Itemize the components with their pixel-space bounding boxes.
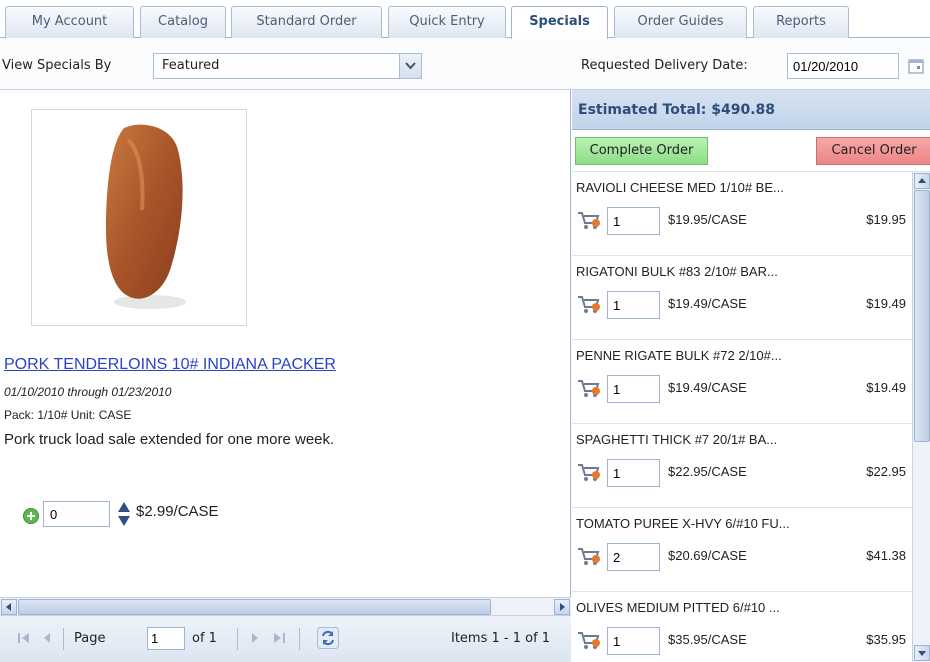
view-specials-value: Featured xyxy=(162,58,220,73)
chevron-down-icon[interactable] xyxy=(399,54,421,78)
order-panel: Requested Delivery Date: Estimated Total… xyxy=(572,38,930,662)
order-item: OLIVES MEDIUM PITTED 6/#10 ... $35.95/CA… xyxy=(572,592,912,662)
scroll-up-icon[interactable] xyxy=(914,173,930,189)
cart-icon[interactable] xyxy=(577,210,601,233)
horizontal-scroll-thumb[interactable] xyxy=(18,599,491,615)
scroll-left-icon[interactable] xyxy=(1,599,17,615)
order-item-qty-input[interactable] xyxy=(607,375,660,403)
order-item-qty-input[interactable] xyxy=(607,207,660,235)
order-item: TOMATO PUREE X-HVY 6/#10 FU... $20.69/CA… xyxy=(572,508,912,592)
product-dates: 01/10/2010 through 01/23/2010 xyxy=(4,385,172,399)
tab-specials[interactable]: Specials xyxy=(511,6,608,39)
tab-bar: My Account Catalog Standard Order Quick … xyxy=(0,0,930,39)
order-item: RAVIOLI CHEESE MED 1/10# BE... $19.95/CA… xyxy=(572,172,912,256)
product-pack: Pack: 1/10# Unit: CASE xyxy=(4,408,132,422)
page-label: Page xyxy=(74,631,106,646)
order-item-name: TOMATO PUREE X-HVY 6/#10 FU... xyxy=(576,516,790,531)
cancel-order-button[interactable]: Cancel Order xyxy=(816,137,930,165)
complete-order-button[interactable]: Complete Order xyxy=(575,137,708,165)
tab-standard-order[interactable]: Standard Order xyxy=(231,6,382,38)
delivery-bar: Requested Delivery Date: xyxy=(572,38,930,90)
order-item-total: $35.95 xyxy=(866,632,906,647)
last-page-icon[interactable] xyxy=(270,629,288,647)
order-item-unit-price: $22.95/CASE xyxy=(668,464,747,479)
order-item-unit-price: $19.49/CASE xyxy=(668,380,747,395)
page-number-input[interactable] xyxy=(147,627,185,650)
cart-icon[interactable] xyxy=(577,546,601,569)
tab-catalog[interactable]: Catalog xyxy=(140,6,226,38)
order-item-name: OLIVES MEDIUM PITTED 6/#10 ... xyxy=(576,600,780,615)
cart-icon[interactable] xyxy=(577,630,601,653)
vertical-scroll-thumb[interactable] xyxy=(914,190,930,442)
tab-my-account[interactable]: My Account xyxy=(5,6,134,38)
tab-quick-entry[interactable]: Quick Entry xyxy=(388,6,506,38)
view-specials-label: View Specials By xyxy=(2,58,112,73)
order-item-qty-input[interactable] xyxy=(607,459,660,487)
order-item-unit-price: $19.49/CASE xyxy=(668,296,747,311)
order-item-name: RIGATONI BULK #83 2/10# BAR... xyxy=(576,264,778,279)
delivery-date-label: Requested Delivery Date: xyxy=(581,58,748,73)
order-item: SPAGHETTI THICK #7 20/1# BA... $22.95/CA… xyxy=(572,424,912,508)
scroll-down-icon[interactable] xyxy=(914,645,930,661)
order-item-total: $19.49 xyxy=(866,380,906,395)
order-item-name: SPAGHETTI THICK #7 20/1# BA... xyxy=(576,432,778,447)
vertical-scrollbar[interactable] xyxy=(912,172,930,662)
items-count: Items 1 - 1 of 1 xyxy=(451,631,551,646)
product-quantity-input[interactable] xyxy=(43,501,110,527)
order-item: RIGATONI BULK #83 2/10# BAR... $19.49/CA… xyxy=(572,256,912,340)
order-item-total: $41.38 xyxy=(866,548,906,563)
cart-icon[interactable] xyxy=(577,378,601,401)
previous-page-icon[interactable] xyxy=(38,629,56,647)
quantity-spinner-icon[interactable] xyxy=(117,501,131,530)
view-specials-select[interactable]: Featured xyxy=(153,53,422,79)
order-actions: Complete Order Cancel Order xyxy=(572,130,930,172)
calendar-icon[interactable] xyxy=(908,58,924,77)
order-item-name: RAVIOLI CHEESE MED 1/10# BE... xyxy=(576,180,784,195)
order-item-qty-input[interactable] xyxy=(607,543,660,571)
cart-icon[interactable] xyxy=(577,462,601,485)
order-item-unit-price: $20.69/CASE xyxy=(668,548,747,563)
order-item-unit-price: $19.95/CASE xyxy=(668,212,747,227)
estimated-total: Estimated Total: $490.88 xyxy=(578,102,775,118)
specials-panel: View Specials By Featured PORK TENDERLOI… xyxy=(0,38,571,662)
estimated-total-bar: Estimated Total: $490.88 xyxy=(572,90,930,130)
order-item-total: $19.49 xyxy=(866,296,906,311)
product-image[interactable] xyxy=(31,109,247,326)
order-item-unit-price: $35.95/CASE xyxy=(668,632,747,647)
next-page-icon[interactable] xyxy=(246,629,264,647)
order-items-list: RAVIOLI CHEESE MED 1/10# BE... $19.95/CA… xyxy=(572,172,912,662)
product-title-link[interactable]: PORK TENDERLOINS 10# INDIANA PACKER xyxy=(4,356,336,374)
order-item: PENNE RIGATE BULK #72 2/10#... $19.49/CA… xyxy=(572,340,912,424)
order-item-total: $19.95 xyxy=(866,212,906,227)
order-item-qty-input[interactable] xyxy=(607,627,660,655)
order-item-name: PENNE RIGATE BULK #72 2/10#... xyxy=(576,348,782,363)
add-to-order-icon[interactable] xyxy=(23,508,39,527)
cart-icon[interactable] xyxy=(577,294,601,317)
first-page-icon[interactable] xyxy=(15,629,33,647)
delivery-date-input[interactable] xyxy=(787,53,899,79)
product-price: $2.99/CASE xyxy=(136,503,219,520)
order-item-total: $22.95 xyxy=(866,464,906,479)
product-description: Pork truck load sale extended for one mo… xyxy=(4,431,335,448)
tab-reports[interactable]: Reports xyxy=(753,6,849,38)
refresh-icon[interactable] xyxy=(317,627,339,649)
scroll-right-icon[interactable] xyxy=(554,599,570,615)
pager: Page of 1 Items 1 - 1 of 1 xyxy=(0,615,571,662)
page-count: of 1 xyxy=(192,631,217,646)
horizontal-scrollbar[interactable] xyxy=(0,597,571,615)
pork-tenderloin-image xyxy=(106,124,186,309)
tab-order-guides[interactable]: Order Guides xyxy=(614,6,747,38)
filter-bar: View Specials By Featured xyxy=(0,38,571,90)
order-item-qty-input[interactable] xyxy=(607,291,660,319)
